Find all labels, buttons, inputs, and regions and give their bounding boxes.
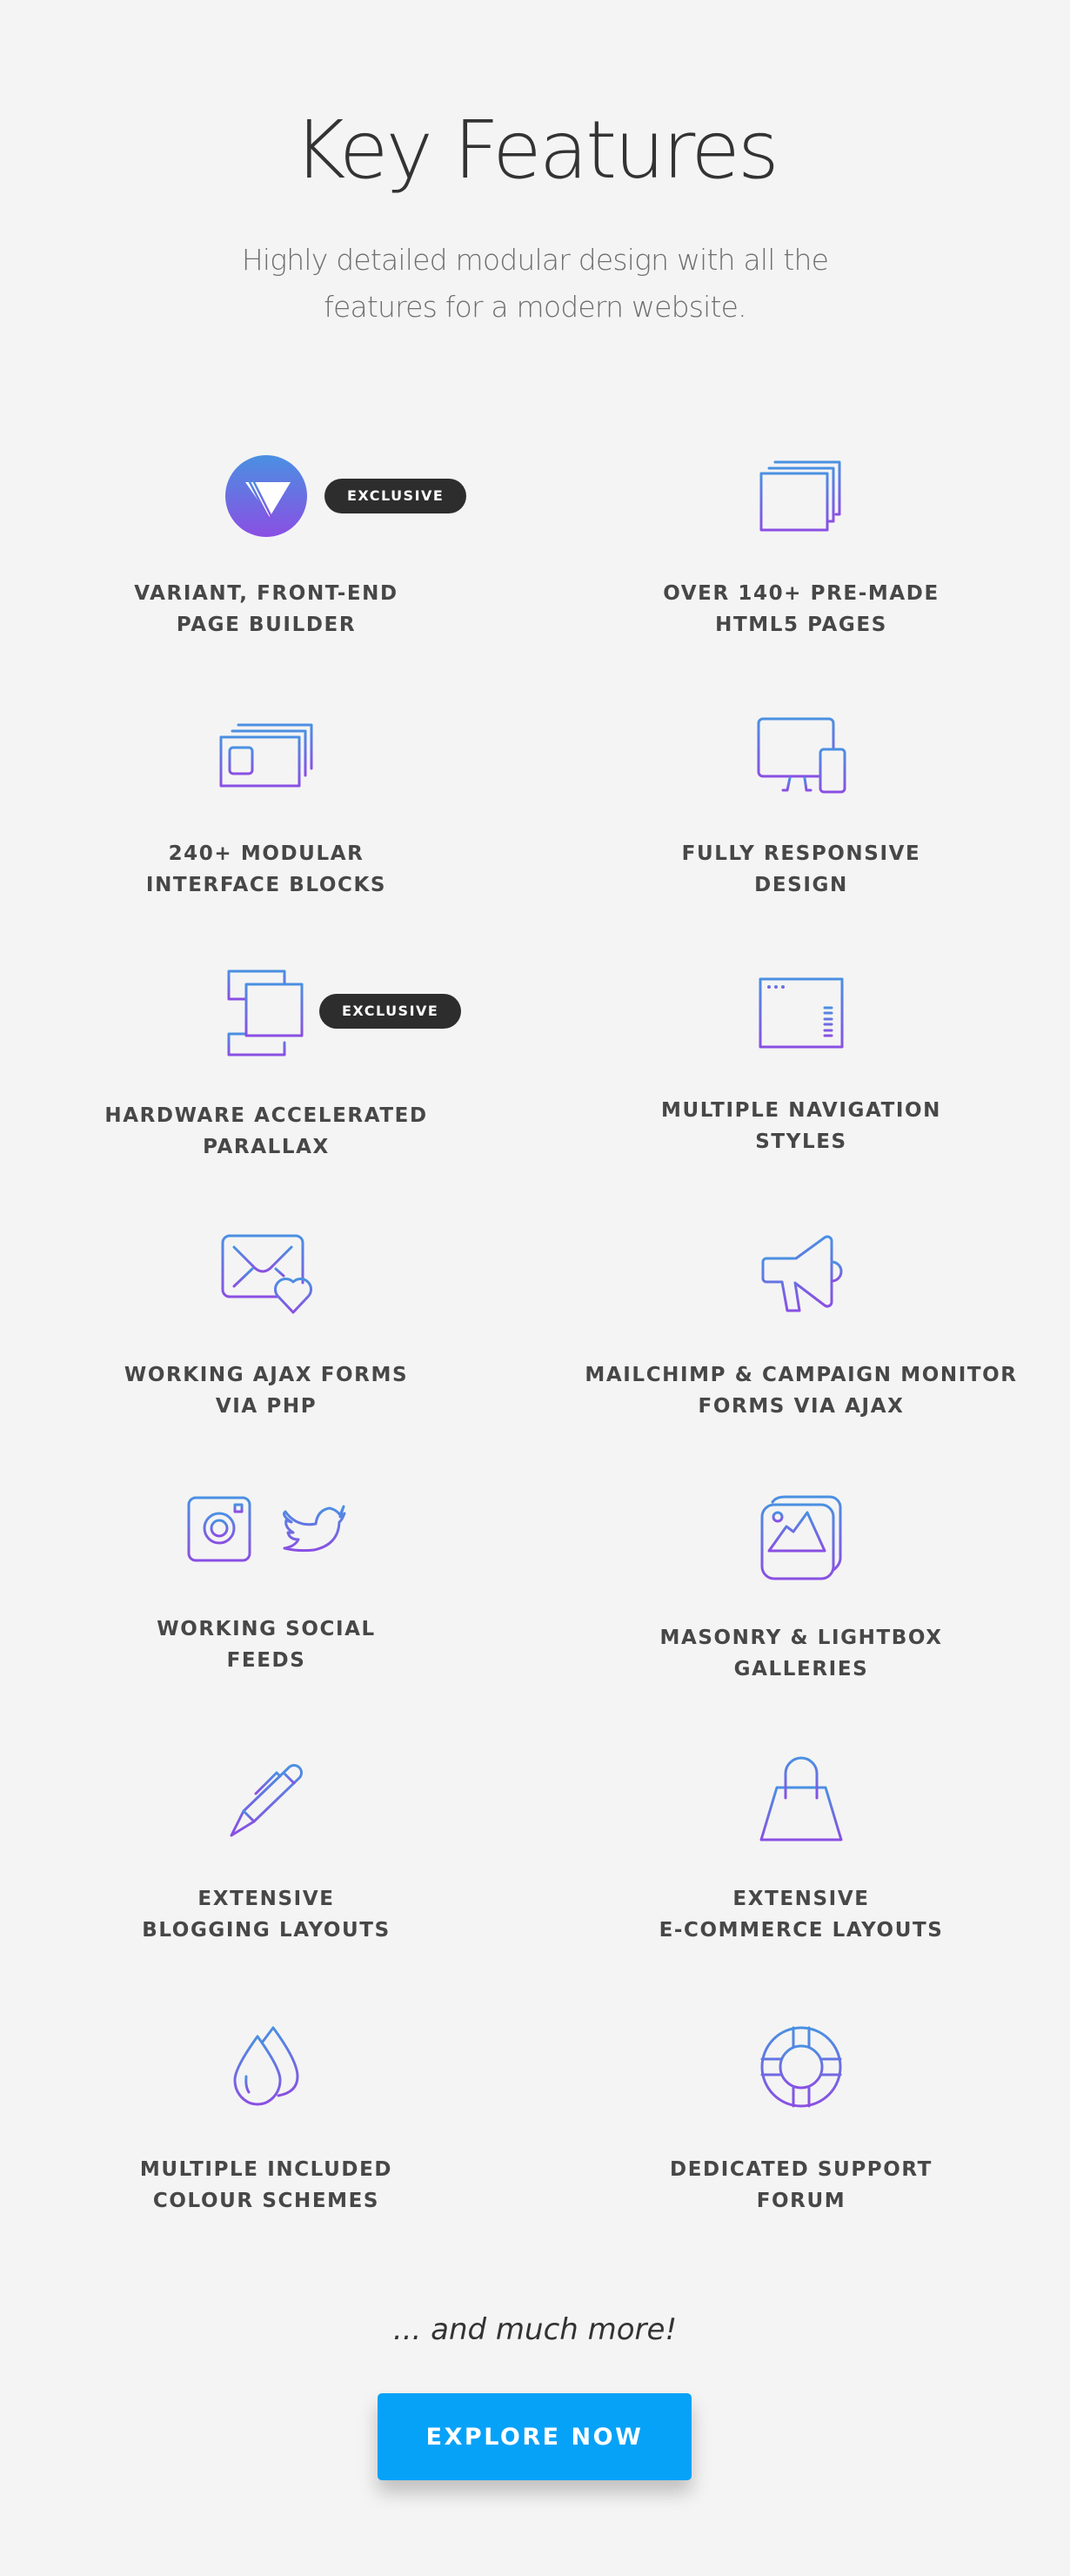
feature-label-line: WORKING SOCIAL (157, 1618, 376, 1640)
feature-label-line: INTERFACE BLOCKS (145, 874, 387, 896)
feature-label: WORKING SOCIAL FEEDS (23, 1613, 510, 1676)
shopping-bag-icon (558, 1748, 1045, 1852)
feature-label-line: VIA PHP (215, 1395, 318, 1418)
feature-label: DEDICATED SUPPORT FORUM (558, 2154, 1045, 2217)
feature-label: HARDWARE ACCELERATED PARALLAX (23, 1100, 510, 1163)
feature-label-line: OVER 140+ PRE-MADE (663, 582, 940, 605)
envelope-heart-icon (23, 1222, 510, 1326)
pen-icon (23, 1748, 510, 1852)
feature-label-line: HARDWARE ACCELERATED (104, 1104, 428, 1127)
feature-label: MULTIPLE NAVIGATION STYLES (558, 1095, 1045, 1157)
feature-label-line: MULTIPLE NAVIGATION (660, 1099, 942, 1122)
feature-label-line: FORMS VIA AJAX (698, 1395, 905, 1418)
feature-label: FULLY RESPONSIVE DESIGN (558, 838, 1045, 901)
feature-label-line: 240+ MODULAR (168, 842, 364, 865)
feature-label-line: PARALLAX (203, 1136, 330, 1158)
and-much-more-text: ... and much more! (392, 2312, 678, 2347)
instagram-icon (187, 1496, 251, 1562)
subtitle-line: features for a modern website. (324, 290, 747, 324)
feature-label-line: DEDICATED SUPPORT (670, 2158, 933, 2181)
feature-label: EXTENSIVE E-COMMERCE LAYOUTS (558, 1883, 1045, 1946)
feature-label: MULTIPLE INCLUDED COLOUR SCHEMES (23, 2154, 510, 2217)
subtitle-line: Highly detailed modular design with all … (241, 243, 829, 277)
lifebuoy-icon (558, 2015, 1045, 2119)
page-title: Key Features (293, 104, 779, 197)
feature-label-line: HTML5 PAGES (715, 614, 887, 636)
megaphone-icon (558, 1222, 1045, 1326)
feature-label-line: WORKING AJAX FORMS (124, 1364, 409, 1386)
twitter-icon (283, 1505, 346, 1553)
navigation-window-icon (558, 961, 1045, 1065)
interface-blocks-icon (23, 703, 510, 808)
feature-label: MASONRY & LIGHTBOX GALLERIES (558, 1622, 1045, 1685)
feature-label-line: EXTENSIVE (732, 1888, 870, 1910)
explore-now-button[interactable]: EXPLORE NOW (378, 2393, 692, 2480)
feature-label-line: PAGE BUILDER (176, 614, 357, 636)
feature-label-line: E-COMMERCE LAYOUTS (659, 1919, 944, 1942)
feature-label: VARIANT, FRONT-END PAGE BUILDER (23, 578, 510, 641)
page-subtitle: Highly detailed modular design with all … (0, 237, 1070, 331)
feature-label-line: EXTENSIVE (197, 1888, 335, 1910)
exclusive-badge: EXCLUSIVE (324, 479, 467, 513)
feature-label-line: FEEDS (226, 1649, 306, 1672)
image-gallery-icon (558, 1486, 1045, 1590)
color-drops-icon (23, 2015, 510, 2119)
instagram-twitter-icon (23, 1477, 510, 1581)
feature-label: WORKING AJAX FORMS VIA PHP (23, 1359, 510, 1422)
feature-label: OVER 140+ PRE-MADE HTML5 PAGES (558, 578, 1045, 641)
feature-label-line: DESIGN (754, 874, 848, 896)
feature-label-line: MULTIPLE INCLUDED (139, 2158, 393, 2181)
feature-label: 240+ MODULAR INTERFACE BLOCKS (23, 838, 510, 901)
exclusive-badge: EXCLUSIVE (319, 994, 462, 1029)
feature-label-line: FULLY RESPONSIVE (681, 842, 921, 865)
feature-label: MAILCHIMP & CAMPAIGN MONITOR FORMS VIA A… (558, 1359, 1045, 1422)
feature-label-line: COLOUR SCHEMES (152, 2190, 380, 2212)
feature-label-line: STYLES (755, 1130, 847, 1153)
feature-label-line: GALLERIES (733, 1658, 869, 1680)
feature-label-line: MAILCHIMP & CAMPAIGN MONITOR (585, 1364, 1018, 1386)
feature-label: EXTENSIVE BLOGGING LAYOUTS (23, 1883, 510, 1946)
feature-label-line: MASONRY & LIGHTBOX (659, 1627, 943, 1649)
responsive-devices-icon (558, 703, 1045, 808)
feature-label-line: BLOGGING LAYOUTS (142, 1919, 391, 1942)
feature-label-line: VARIANT, FRONT-END (134, 582, 398, 605)
stacked-windows-icon (558, 444, 1045, 548)
feature-label-line: FORUM (756, 2190, 846, 2212)
